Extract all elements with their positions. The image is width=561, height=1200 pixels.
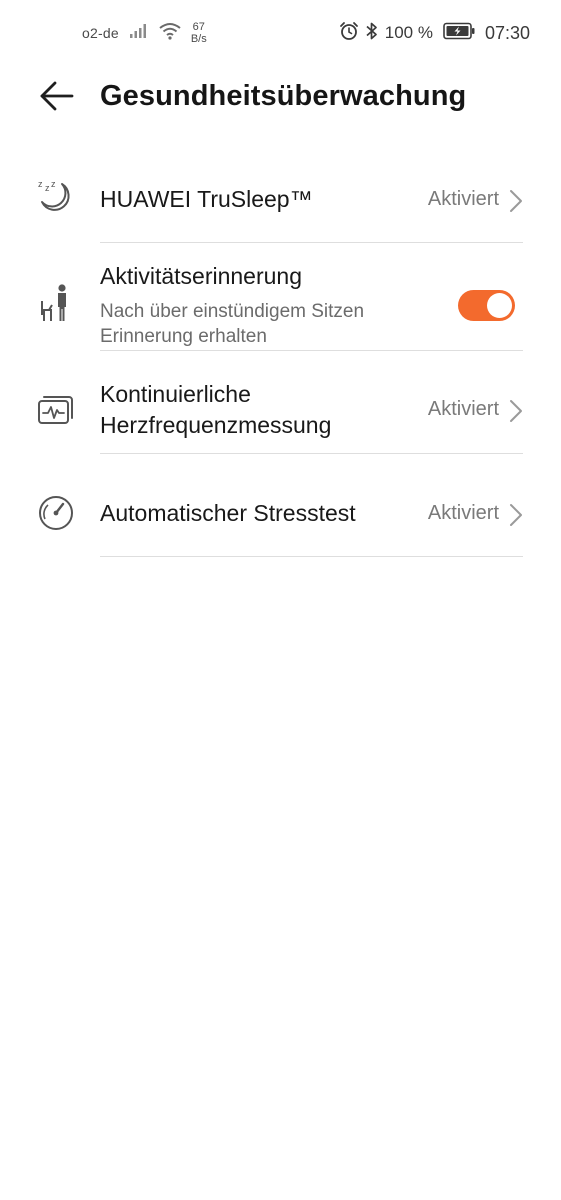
status-bar-left: o2-de 67 B/s — [82, 18, 207, 48]
back-arrow-icon — [38, 80, 74, 117]
activity-reminder-row: Aktivitätserinnerung Nach über einstündi… — [0, 243, 561, 351]
carrier-name: o2-de — [82, 25, 119, 41]
battery-percent: 100 % — [384, 23, 433, 42]
activity-reminder-subtitle-line2: Erinnerung erhalten — [100, 326, 267, 347]
heart-rate-title-line2: Herzfrequenzmessung — [100, 412, 332, 438]
divider — [100, 556, 523, 557]
stress-gauge-icon — [36, 493, 76, 533]
heart-rate-status: Aktiviert — [427, 398, 499, 420]
activity-reminder-toggle[interactable] — [458, 290, 515, 321]
stress-test-title: Automatischer Stresstest — [100, 500, 356, 526]
activity-reminder-subtitle-line1: Nach über einstündigem Sitzen — [100, 301, 365, 322]
page-title: Gesundheitsüberwachung — [100, 80, 467, 112]
activity-reminder-title: Aktivitätserinnerung — [100, 263, 302, 289]
heart-rate-row[interactable]: Kontinuierliche Herzfrequenzmessung Akti… — [0, 351, 561, 454]
toggle-knob — [487, 293, 512, 318]
svg-text:z: z — [38, 179, 43, 189]
status-bar: o2-de 67 B/s 100 % 07:30 — [0, 0, 561, 64]
heart-rate-title-line1: Kontinuierliche — [100, 381, 251, 407]
stress-test-row[interactable]: Automatischer Stresstest Aktiviert — [0, 454, 561, 557]
trusleep-status: Aktiviert — [427, 188, 499, 210]
chevron-right-icon — [509, 503, 523, 527]
heart-rate-monitor-icon — [36, 391, 76, 431]
wifi-icon — [159, 22, 181, 45]
battery-charging-icon — [443, 22, 475, 45]
signal-icon — [129, 23, 149, 44]
svg-text:z: z — [45, 183, 50, 193]
chevron-right-icon — [509, 399, 523, 423]
back-button[interactable] — [36, 78, 76, 118]
trusleep-row[interactable]: z z z HUAWEI TruSleep™ Aktiviert — [0, 150, 561, 243]
clock: 07:30 — [484, 22, 530, 43]
svg-text:z: z — [51, 179, 56, 189]
sitting-person-icon — [36, 283, 76, 323]
stress-test-status: Aktiviert — [427, 502, 499, 524]
status-bar-right: 100 % 07:30 — [339, 20, 530, 46]
bluetooth-icon — [365, 21, 379, 46]
alarm-icon — [339, 21, 359, 46]
network-speed-value: 67 — [192, 21, 205, 33]
app-bar: Gesundheitsüberwachung — [0, 64, 561, 134]
network-speed-unit: B/s — [190, 33, 207, 45]
trusleep-title: HUAWEI TruSleep™ — [100, 186, 313, 212]
chevron-right-icon — [509, 189, 523, 213]
sleep-moon-icon: z z z — [36, 176, 76, 216]
network-speed: 67 B/s — [191, 21, 207, 45]
